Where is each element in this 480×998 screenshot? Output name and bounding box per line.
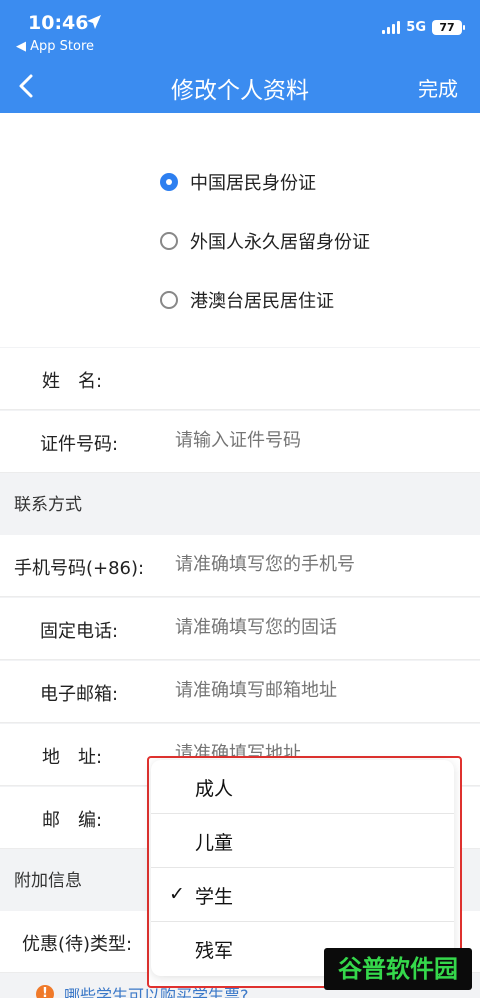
network-type: 5G	[406, 20, 426, 35]
address-label: 地 址:	[42, 747, 103, 768]
name-field[interactable]	[175, 367, 465, 388]
menu-item-label: 学生	[195, 886, 234, 908]
id-type-label: 外国人永久居留身份证	[190, 232, 370, 253]
discount-type-label: 优惠(待)类型:	[22, 934, 133, 955]
id-type-label: 中国居民身份证	[190, 173, 316, 194]
postcode-label: 邮 编:	[42, 810, 103, 831]
landline-row: 固定电话:	[0, 598, 480, 660]
back-to-app-store[interactable]: ◀ App Store	[16, 39, 94, 54]
id-type-option-hkmotw[interactable]: 港澳台居民居住证	[160, 287, 334, 313]
menu-item-adult[interactable]: 成人	[151, 760, 454, 814]
battery-icon: 77	[432, 20, 465, 35]
menu-item-student[interactable]: ✓ 学生	[151, 868, 454, 922]
menu-item-label: 儿童	[195, 832, 234, 854]
email-field[interactable]	[175, 680, 465, 701]
id-type-option-resident[interactable]: 中国居民身份证	[160, 169, 316, 195]
mobile-field[interactable]	[175, 554, 465, 575]
id-type-option-foreigner[interactable]: 外国人永久居留身份证	[160, 228, 370, 254]
landline-label: 固定电话:	[40, 621, 119, 642]
top-bar: 10:46 ◀ App Store 5G 77 修改个人资料 完成	[0, 0, 480, 113]
email-label: 电子邮箱:	[40, 684, 119, 705]
status-indicators: 5G 77	[382, 20, 465, 35]
mobile-row: 手机号码(+86):	[0, 535, 480, 597]
radio-unchecked-icon[interactable]	[160, 232, 178, 250]
watermark-logo: 谷普软件园	[324, 948, 472, 990]
page-title: 修改个人资料	[171, 78, 309, 104]
passenger-type-menu: 成人 儿童 ✓ 学生 残军	[151, 760, 454, 976]
email-row: 电子邮箱:	[0, 661, 480, 723]
id-type-label: 港澳台居民居住证	[190, 291, 334, 312]
landline-field[interactable]	[175, 617, 465, 638]
menu-item-label: 成人	[195, 778, 234, 800]
id-number-label: 证件号码:	[40, 434, 119, 455]
contact-section-header: 联系方式	[0, 475, 480, 535]
name-row: 姓 名:	[0, 348, 480, 410]
menu-item-label: 残军	[195, 940, 234, 962]
warning-icon: !	[36, 985, 54, 998]
done-button[interactable]: 完成	[418, 73, 458, 102]
mobile-label: 手机号码(+86):	[14, 558, 145, 579]
radio-checked-icon[interactable]	[160, 173, 178, 191]
menu-item-child[interactable]: 儿童	[151, 814, 454, 868]
location-arrow-icon	[87, 15, 101, 29]
id-type-section: 中国居民身份证 外国人永久居留身份证 港澳台居民居住证	[0, 113, 480, 347]
radio-unchecked-icon[interactable]	[160, 291, 178, 309]
id-number-field[interactable]	[175, 430, 465, 451]
checkmark-icon: ✓	[169, 883, 185, 905]
signal-icon	[382, 21, 401, 34]
id-number-row: 证件号码:	[0, 411, 480, 473]
status-time: 10:46	[28, 12, 89, 34]
name-label: 姓 名:	[42, 371, 103, 392]
